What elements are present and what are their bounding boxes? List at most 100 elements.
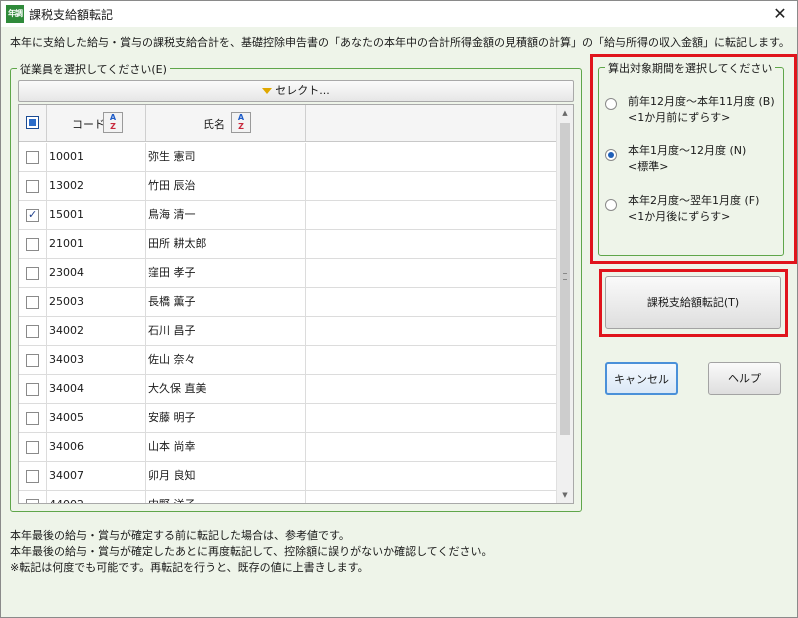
select-button[interactable]: セレクト... [18,80,574,102]
period-option-next-label[interactable]: 本年2月度～翌年1月度 (F) [628,192,759,208]
header-code-cell: コード AZ [47,105,146,141]
cancel-button[interactable]: キャンセル [605,362,678,395]
row-checkbox[interactable] [26,296,39,309]
close-icon[interactable]: ✕ [769,3,791,25]
grid-scrollbar[interactable]: ▲ ▼ [556,105,573,503]
row-code: 10001 [47,143,146,171]
row-checkbox[interactable] [26,151,39,164]
row-check-cell [19,404,47,432]
row-check-cell [19,230,47,258]
row-code: 23004 [47,259,146,287]
transfer-button[interactable]: 課税支給額転記(T) [605,276,781,329]
row-check-cell [19,143,47,171]
note-line-1: 本年最後の給与・賞与が確定する前に転記した場合は、参考値です。 [10,529,350,542]
employee-grid: コード AZ 氏名 AZ 10001弥生 憲司13002竹田 辰治15001鳥海… [18,104,574,504]
row-name: 卯月 良知 [146,462,306,490]
scroll-thumb[interactable] [560,123,570,435]
table-row[interactable]: 10001 弥生 憲司 [19,143,557,172]
row-checkbox[interactable] [26,267,39,280]
triangle-down-icon [262,88,273,94]
row-name: 山本 尚幸 [146,433,306,461]
dialog-window: 年調 課税支給額転記 ✕ 本年に支給した給与・賞与の課税支給合計を、基礎控除申告… [0,0,798,618]
code-column-header: コード [72,118,105,131]
period-option-next-radio[interactable] [605,199,617,211]
select-all-checkbox[interactable] [26,116,39,129]
table-row[interactable]: 21001 田所 耕太郎 [19,230,557,259]
row-code: 34002 [47,317,146,345]
period-option-prev-label[interactable]: 前年12月度～本年11月度 (B) [628,93,775,109]
table-row[interactable]: 15001鳥海 清一 [19,201,557,230]
row-name: 田所 耕太郎 [146,230,306,258]
row-check-cell [19,317,47,345]
window-title: 課税支給額転記 [29,8,114,22]
row-checkbox[interactable] [26,412,39,425]
row-code: 15001 [47,201,146,229]
row-code: 34005 [47,404,146,432]
scroll-up-icon[interactable]: ▲ [557,105,573,121]
row-checkbox[interactable] [26,499,39,503]
row-code: 21001 [47,230,146,258]
period-option-standard-sub: <標準> [628,160,669,173]
name-column-header: 氏名 [203,118,225,131]
table-row[interactable]: 23004 窪田 孝子 [19,259,557,288]
grid-header: コード AZ 氏名 AZ [19,105,557,142]
row-name: 長橋 薫子 [146,288,306,316]
row-checkbox[interactable] [26,383,39,396]
row-check-cell [19,201,47,229]
row-checkbox[interactable] [26,470,39,483]
table-row[interactable]: 34005 安藤 明子 [19,404,557,433]
row-checkbox[interactable] [26,238,39,251]
employee-group-title: 従業員を選択してください(E) [17,61,170,77]
row-check-cell [19,462,47,490]
sort-name-icon[interactable]: AZ [231,112,251,133]
table-row[interactable]: 44002中野 洋子 [19,491,557,503]
row-name: 佐山 奈々 [146,346,306,374]
title-bar: 年調 課税支給額転記 ✕ [1,1,797,27]
table-row[interactable]: 34003 佐山 奈々 [19,346,557,375]
header-name-cell: 氏名 AZ [146,105,306,141]
table-row[interactable]: 34002 石川 昌子 [19,317,557,346]
row-code: 34007 [47,462,146,490]
header-check-cell [19,105,47,141]
row-name: 石川 昌子 [146,317,306,345]
row-code: 13002 [47,172,146,200]
row-name: 窪田 孝子 [146,259,306,287]
table-row[interactable]: 34006 山本 尚幸 [19,433,557,462]
row-code: 34006 [47,433,146,461]
table-row[interactable]: 34007 卯月 良知 [19,462,557,491]
row-code: 25003 [47,288,146,316]
row-name: 大久保 直美 [146,375,306,403]
row-check-cell [19,288,47,316]
row-code: 34003 [47,346,146,374]
note-line-3: ※転記は何度でも可能です。再転記を行うと、既存の値に上書きします。 [10,561,369,574]
table-row[interactable]: 34004 大久保 直美 [19,375,557,404]
help-button[interactable]: ヘルプ [708,362,781,395]
select-button-label: セレクト... [275,84,330,97]
app-logo-icon: 年調 [6,5,24,23]
row-code: 44002 [47,491,146,503]
row-checkbox[interactable] [26,208,39,222]
row-name: 竹田 辰治 [146,172,306,200]
row-check-cell [19,346,47,374]
row-check-cell [19,172,47,200]
period-option-standard-radio[interactable] [605,149,617,161]
table-row[interactable]: 13002 竹田 辰治 [19,172,557,201]
row-checkbox[interactable] [26,180,39,193]
row-name: 中野 洋子 [146,491,306,503]
row-name: 安藤 明子 [146,404,306,432]
instruction-text: 本年に支給した給与・賞与の課税支給合計を、基礎控除申告書の「あなたの本年中の合計… [10,36,790,49]
row-check-cell [19,375,47,403]
period-option-standard-label[interactable]: 本年1月度～12月度 (N) [628,142,746,158]
sort-code-icon[interactable]: AZ [103,112,123,133]
row-checkbox[interactable] [26,441,39,454]
row-name: 弥生 憲司 [146,143,306,171]
row-checkbox[interactable] [26,325,39,338]
grip-icon [563,273,567,280]
row-checkbox[interactable] [26,354,39,367]
note-line-2: 本年最後の給与・賞与が確定したあとに再度転記して、控除額に誤りがないか確認してく… [10,545,493,558]
row-check-cell [19,491,47,503]
scroll-down-icon[interactable]: ▼ [557,487,573,503]
row-name: 鳥海 清一 [146,201,306,229]
period-option-prev-radio[interactable] [605,98,617,110]
table-row[interactable]: 25003 長橋 薫子 [19,288,557,317]
